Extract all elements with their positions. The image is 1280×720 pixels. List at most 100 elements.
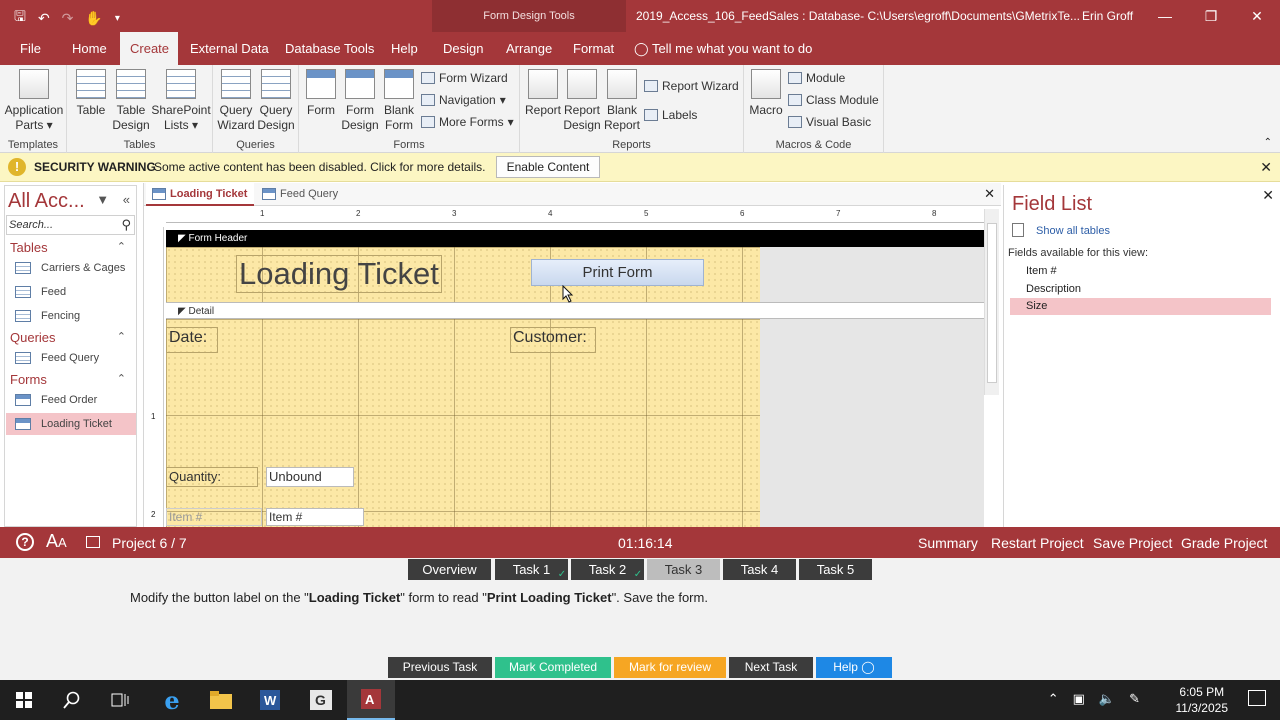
detail-band[interactable]: ◤ Detail bbox=[166, 302, 984, 319]
tab-home[interactable]: Home bbox=[62, 32, 117, 65]
nav-menu-chevron-icon[interactable]: ▼ bbox=[96, 192, 109, 207]
macro-button[interactable]: Macro bbox=[748, 69, 784, 118]
security-warning-message[interactable]: Some active content has been disabled. C… bbox=[154, 160, 486, 174]
touch-mode-icon[interactable]: ✋ bbox=[85, 10, 102, 27]
help-button[interactable]: Help ◯ bbox=[816, 657, 892, 678]
next-task-button[interactable]: Next Task bbox=[729, 657, 813, 678]
tab-task-3[interactable]: Task 3 bbox=[647, 559, 720, 580]
item-textbox[interactable]: Item # bbox=[266, 508, 364, 526]
nav-item-carriers-cages[interactable]: Carriers & Cages bbox=[6, 257, 136, 279]
module-button[interactable]: Module bbox=[788, 71, 845, 85]
collapse-chevron-icon[interactable]: ⌃ bbox=[117, 240, 126, 253]
print-form-button[interactable]: Print Form bbox=[531, 259, 704, 286]
tab-task-2[interactable]: Task 2 ✓ bbox=[571, 559, 644, 580]
navigation-button[interactable]: Navigation ▾ bbox=[421, 93, 506, 107]
report-button[interactable]: Report bbox=[524, 69, 562, 118]
field-item-selected[interactable]: Size bbox=[1010, 298, 1271, 315]
tab-help[interactable]: Help bbox=[381, 32, 428, 65]
vertical-scrollbar[interactable] bbox=[984, 209, 999, 395]
network-icon[interactable]: ▣ bbox=[1073, 691, 1085, 707]
search-icon[interactable] bbox=[48, 680, 96, 720]
save-icon[interactable]: 🖫 bbox=[14, 6, 26, 30]
task-view-icon[interactable] bbox=[96, 680, 144, 720]
class-module-button[interactable]: Class Module bbox=[788, 93, 879, 107]
user-name[interactable]: Erin Groff bbox=[1082, 9, 1133, 23]
font-size-icon[interactable]: AA bbox=[46, 531, 67, 552]
form-title-label[interactable]: Loading Ticket bbox=[236, 255, 442, 293]
mark-for-review-button[interactable]: Mark for review bbox=[614, 657, 726, 678]
nav-item-loading-ticket[interactable]: Loading Ticket bbox=[6, 413, 136, 435]
item-label[interactable]: Item # bbox=[166, 508, 262, 526]
doc-tab-feed-query[interactable]: Feed Query bbox=[256, 183, 348, 206]
more-forms-button[interactable]: More Forms ▾ bbox=[421, 115, 514, 129]
nav-section-tables[interactable]: Tables ⌃ bbox=[10, 240, 130, 255]
grade-project-button[interactable]: Grade Project bbox=[1181, 535, 1267, 551]
application-parts-button[interactable]: Application Parts ▾ bbox=[3, 69, 65, 133]
nav-item-feed-query[interactable]: Feed Query bbox=[6, 347, 136, 369]
file-explorer-icon[interactable] bbox=[197, 680, 245, 720]
scrollbar-thumb[interactable] bbox=[987, 223, 997, 383]
table-button[interactable]: Table bbox=[73, 69, 109, 118]
close-document-icon[interactable]: ✕ bbox=[984, 186, 995, 202]
summary-button[interactable]: Summary bbox=[918, 535, 978, 551]
nav-item-feed-order[interactable]: Feed Order bbox=[6, 389, 136, 411]
blank-report-button[interactable]: Blank Report bbox=[602, 69, 642, 133]
search-icon[interactable]: ⚲ bbox=[121, 217, 131, 233]
tab-task-4[interactable]: Task 4 bbox=[723, 559, 796, 580]
tab-file[interactable]: File bbox=[10, 32, 51, 65]
notification-icon[interactable] bbox=[1248, 690, 1266, 706]
volume-icon[interactable]: 🔈 bbox=[1099, 691, 1115, 707]
minimize-icon[interactable]: — bbox=[1142, 0, 1188, 32]
nav-item-fencing[interactable]: Fencing bbox=[6, 305, 136, 327]
doc-tab-loading-ticket[interactable]: Loading Ticket bbox=[146, 183, 254, 206]
tab-design[interactable]: Design bbox=[433, 32, 493, 65]
form-wizard-button[interactable]: Form Wizard bbox=[421, 71, 508, 85]
labels-button[interactable]: Labels bbox=[644, 108, 697, 122]
restart-project-button[interactable]: Restart Project bbox=[991, 535, 1084, 551]
close-icon[interactable]: ✕ bbox=[1260, 159, 1272, 176]
nav-section-forms[interactable]: Forms ⌃ bbox=[10, 372, 130, 387]
collapse-pane-icon[interactable]: « bbox=[123, 192, 130, 207]
report-design-button[interactable]: Report Design bbox=[562, 69, 602, 133]
customize-qat-icon[interactable]: ▾ bbox=[115, 13, 120, 24]
nav-search-input[interactable]: Search... ⚲ bbox=[6, 215, 135, 235]
field-item[interactable]: Item # bbox=[1010, 263, 1271, 280]
tab-format[interactable]: Format bbox=[563, 32, 624, 65]
blank-form-button[interactable]: Blank Form bbox=[381, 69, 417, 133]
sharepoint-lists-button[interactable]: SharePoint Lists ▾ bbox=[151, 69, 211, 133]
detail-section[interactable] bbox=[166, 319, 760, 527]
visual-basic-button[interactable]: Visual Basic bbox=[788, 115, 871, 129]
security-warning-bar[interactable]: ! SECURITY WARNING Some active content h… bbox=[0, 153, 1280, 182]
tab-external-data[interactable]: External Data bbox=[180, 32, 279, 65]
table-design-button[interactable]: Table Design bbox=[111, 69, 151, 133]
tell-me-search[interactable]: ◯ Tell me what you want to do bbox=[634, 32, 812, 65]
gmetrix-app-icon[interactable]: G bbox=[297, 680, 345, 720]
date-label[interactable]: Date: bbox=[166, 327, 218, 353]
query-wizard-button[interactable]: Query Wizard bbox=[217, 69, 255, 133]
nav-item-feed[interactable]: Feed bbox=[6, 281, 136, 303]
show-hidden-icons-chevron-icon[interactable]: ⌃ bbox=[1048, 691, 1059, 707]
help-icon[interactable]: ? bbox=[16, 533, 34, 551]
quantity-label[interactable]: Quantity: bbox=[166, 467, 258, 487]
redo-icon[interactable]: ↷ bbox=[62, 10, 74, 27]
form-design-button[interactable]: Form Design bbox=[339, 69, 381, 133]
word-icon[interactable]: W bbox=[246, 680, 294, 720]
collapse-chevron-icon[interactable]: ⌃ bbox=[117, 330, 126, 343]
save-project-button[interactable]: Save Project bbox=[1093, 535, 1172, 551]
restore-icon[interactable]: ❐ bbox=[1188, 0, 1234, 32]
pen-icon[interactable]: ✎ bbox=[1129, 691, 1140, 707]
system-clock[interactable]: 6:05 PM 11/3/2025 bbox=[1176, 684, 1229, 716]
collapse-chevron-icon[interactable]: ⌃ bbox=[117, 372, 126, 385]
tab-create[interactable]: Create bbox=[120, 32, 178, 65]
customer-label[interactable]: Customer: bbox=[510, 327, 596, 353]
tab-task-1[interactable]: Task 1 ✓ bbox=[495, 559, 568, 580]
quantity-textbox[interactable]: Unbound bbox=[266, 467, 354, 487]
form-header-band[interactable]: ◤ Form Header bbox=[166, 230, 984, 247]
undo-icon[interactable]: ↶ bbox=[38, 10, 50, 27]
previous-task-button[interactable]: Previous Task bbox=[388, 657, 492, 678]
mark-completed-button[interactable]: Mark Completed bbox=[495, 657, 611, 678]
close-icon[interactable]: ✕ bbox=[1234, 0, 1280, 32]
collapse-ribbon-icon[interactable]: ⌃ bbox=[1264, 137, 1272, 148]
field-item[interactable]: Description bbox=[1010, 281, 1271, 298]
edge-browser-icon[interactable]: e bbox=[148, 680, 196, 720]
